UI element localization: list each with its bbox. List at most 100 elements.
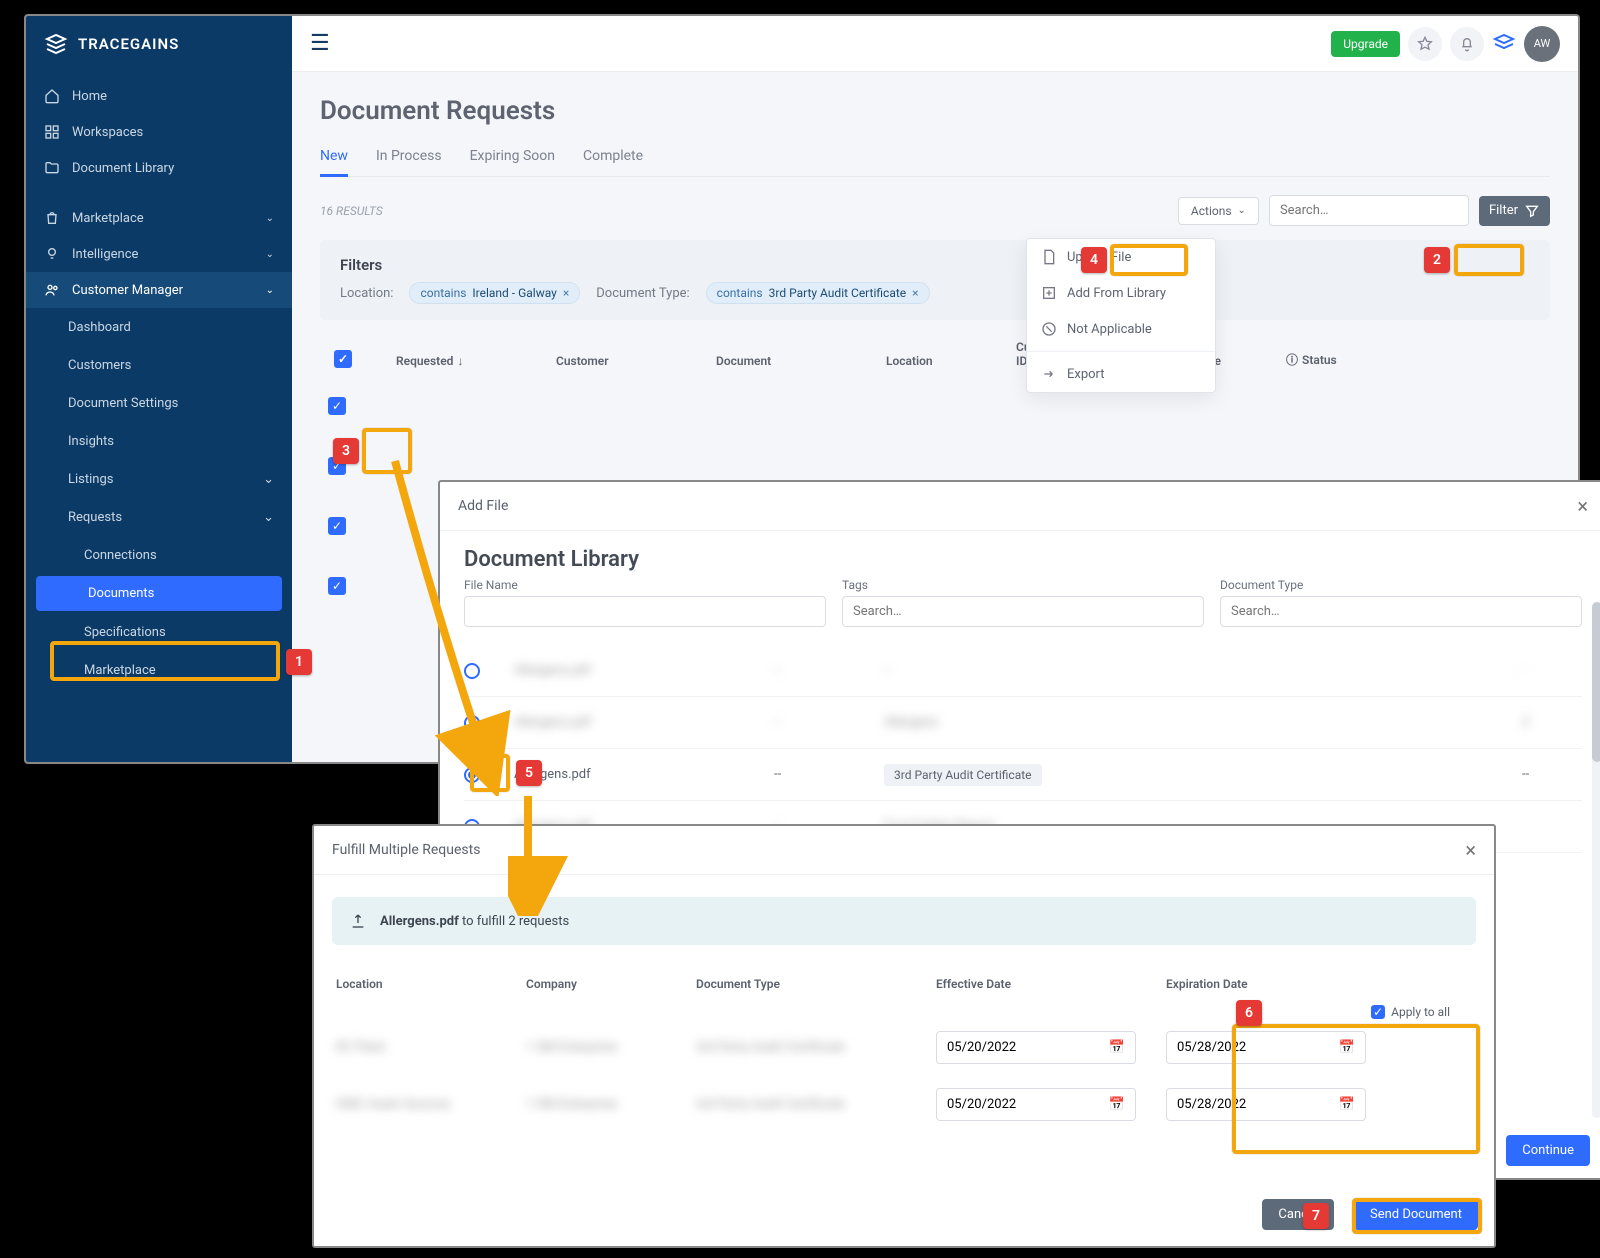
modal-title: Fulfill Multiple Requests bbox=[332, 842, 480, 858]
fulfill-row: GMC Asahi Sources 1 SM Enterprise 3rd Pa… bbox=[314, 1076, 1494, 1133]
col-file-name: File Name bbox=[464, 578, 826, 592]
nav-dashboard[interactable]: Dashboard bbox=[26, 308, 292, 346]
row-radio[interactable] bbox=[464, 715, 480, 731]
expiration-date-input[interactable]: 05/28/2022📅 bbox=[1166, 1088, 1366, 1121]
tabs: New In Process Expiring Soon Complete bbox=[320, 140, 1550, 177]
nav-label: Home bbox=[72, 89, 107, 104]
hamburger-icon[interactable]: ☰ bbox=[310, 31, 330, 56]
favorite-button[interactable] bbox=[1408, 27, 1442, 61]
filters-panel: Filters Location: contains Ireland - Gal… bbox=[320, 240, 1550, 320]
nav-home[interactable]: Home bbox=[26, 78, 292, 114]
nav-docsettings[interactable]: Document Settings bbox=[26, 384, 292, 422]
effective-date-input[interactable]: 05/20/2022📅 bbox=[936, 1031, 1136, 1064]
tab-complete[interactable]: Complete bbox=[583, 140, 643, 176]
nav-marketplace-sub[interactable]: Marketplace bbox=[26, 651, 292, 689]
calendar-icon: 📅 bbox=[1109, 1040, 1125, 1055]
bag-icon bbox=[44, 210, 60, 226]
apply-to-all[interactable]: Apply to all bbox=[314, 1005, 1494, 1019]
remove-chip-icon[interactable]: × bbox=[563, 286, 569, 300]
tab-new[interactable]: New bbox=[320, 140, 348, 176]
filter-location-label: Location: bbox=[340, 286, 393, 301]
nav-marketplace[interactable]: Marketplace ⌄ bbox=[26, 200, 292, 236]
col-expdate: Expiration Date bbox=[1166, 977, 1386, 991]
row-radio[interactable] bbox=[464, 663, 480, 679]
close-icon[interactable]: × bbox=[1465, 838, 1476, 862]
nav-listings[interactable]: Listings ⌄ bbox=[26, 460, 292, 498]
menu-not-applicable[interactable]: Not Applicable bbox=[1027, 311, 1215, 347]
na-icon bbox=[1041, 321, 1057, 337]
col-effdate: Effective Date bbox=[936, 977, 1156, 991]
scrollbar[interactable] bbox=[1592, 602, 1600, 1118]
filter-chip-location[interactable]: contains Ireland - Galway × bbox=[409, 282, 580, 304]
nav-intelligence[interactable]: Intelligence ⌄ bbox=[26, 236, 292, 272]
row-checkbox[interactable] bbox=[328, 517, 346, 535]
fulfill-row: KC Plant 1 SM Enterprise 3rd Party Audit… bbox=[314, 1019, 1494, 1076]
continue-button[interactable]: Continue bbox=[1506, 1135, 1590, 1166]
callout-4: 4 bbox=[1081, 247, 1107, 273]
list-item[interactable]: Allergens.pdf -- -- - bbox=[464, 645, 1582, 697]
filter-doctype-input[interactable] bbox=[1220, 596, 1582, 627]
th-customer[interactable]: Customer bbox=[556, 354, 706, 368]
nav-workspaces[interactable]: Workspaces bbox=[26, 114, 292, 150]
filter-chip-doctype[interactable]: contains 3rd Party Audit Certificate × bbox=[706, 282, 930, 304]
row-checkbox[interactable] bbox=[328, 577, 346, 595]
effective-date-input[interactable]: 05/20/2022📅 bbox=[936, 1088, 1136, 1121]
nav-customer-manager[interactable]: Customer Manager ⌄ bbox=[26, 272, 292, 308]
search-input[interactable] bbox=[1269, 195, 1469, 226]
user-avatar[interactable]: AW bbox=[1524, 26, 1560, 62]
nav-insights[interactable]: Insights bbox=[26, 422, 292, 460]
close-icon[interactable]: × bbox=[1577, 494, 1588, 518]
menu-export[interactable]: Export bbox=[1027, 356, 1215, 392]
row-checkbox[interactable] bbox=[328, 397, 346, 415]
list-item[interactable]: Allergens.pdf -- Allergens 2 bbox=[464, 697, 1582, 749]
chevron-down-icon: ⌄ bbox=[263, 472, 274, 487]
callout-2: 2 bbox=[1424, 247, 1450, 273]
fulfill-columns: Location Company Document Type Effective… bbox=[314, 967, 1494, 1001]
nav-connections[interactable]: Connections bbox=[26, 536, 292, 574]
expiration-date-input[interactable]: 05/28/2022📅 bbox=[1166, 1031, 1366, 1064]
nav-requests[interactable]: Requests⌄ bbox=[26, 498, 292, 536]
nav-label: Requests bbox=[68, 510, 122, 525]
nav-documents[interactable]: Documents bbox=[36, 576, 282, 611]
fulfill-banner: Allergens.pdf to fulfill 2 requests bbox=[332, 897, 1476, 945]
sidebar: TRACEGAINS Home Workspaces Document Libr… bbox=[26, 16, 292, 762]
row-radio-selected[interactable] bbox=[464, 767, 480, 783]
grid-icon bbox=[44, 124, 60, 140]
th-document[interactable]: Document bbox=[716, 354, 876, 368]
filter-button[interactable]: Filter bbox=[1479, 196, 1550, 226]
filter-filename-input[interactable] bbox=[464, 596, 826, 627]
notifications-button[interactable] bbox=[1450, 27, 1484, 61]
apply-all-checkbox[interactable] bbox=[1371, 1005, 1385, 1019]
nav-customers[interactable]: Customers bbox=[26, 346, 292, 384]
col-doctype: Document Type bbox=[696, 977, 926, 991]
tab-inprocess[interactable]: In Process bbox=[376, 140, 442, 176]
tab-expiring[interactable]: Expiring Soon bbox=[470, 140, 555, 176]
filter-tags-input[interactable] bbox=[842, 596, 1204, 627]
nav-doclibrary[interactable]: Document Library bbox=[26, 150, 292, 186]
th-select-all[interactable] bbox=[326, 350, 386, 368]
menu-upload-file[interactable]: Upload File bbox=[1027, 239, 1215, 275]
send-document-button[interactable]: Send Document bbox=[1354, 1199, 1478, 1230]
callout-5: 5 bbox=[516, 760, 542, 786]
nav-label: Marketplace bbox=[72, 211, 144, 226]
nav-specifications[interactable]: Specifications bbox=[26, 613, 292, 651]
th-status[interactable]: ⓘ Status bbox=[1286, 351, 1544, 368]
upgrade-button[interactable]: Upgrade bbox=[1331, 31, 1400, 57]
doctype-tag: 3rd Party Audit Certificate bbox=[884, 764, 1042, 786]
menu-add-from-library[interactable]: Add From Library bbox=[1027, 275, 1215, 311]
filters-title: Filters bbox=[340, 256, 1530, 274]
chevron-down-icon: ⌄ bbox=[266, 249, 274, 260]
home-icon bbox=[44, 88, 60, 104]
select-all-checkbox[interactable] bbox=[334, 350, 352, 368]
nav-label: Listings bbox=[68, 472, 113, 487]
actions-button[interactable]: Actions ⌄ bbox=[1178, 197, 1259, 225]
th-requested[interactable]: Requested ↓ bbox=[396, 354, 546, 368]
list-item[interactable]: Allergens.pdf -- 3rd Party Audit Certifi… bbox=[464, 749, 1582, 801]
users-icon bbox=[44, 282, 60, 298]
doclib-title: Document Library bbox=[440, 531, 1600, 578]
nav-label: Customer Manager bbox=[72, 283, 183, 298]
scroll-thumb[interactable] bbox=[1592, 602, 1600, 762]
nav-label: Document Settings bbox=[68, 396, 178, 411]
th-location[interactable]: Location bbox=[886, 354, 1006, 368]
remove-chip-icon[interactable]: × bbox=[912, 286, 918, 300]
